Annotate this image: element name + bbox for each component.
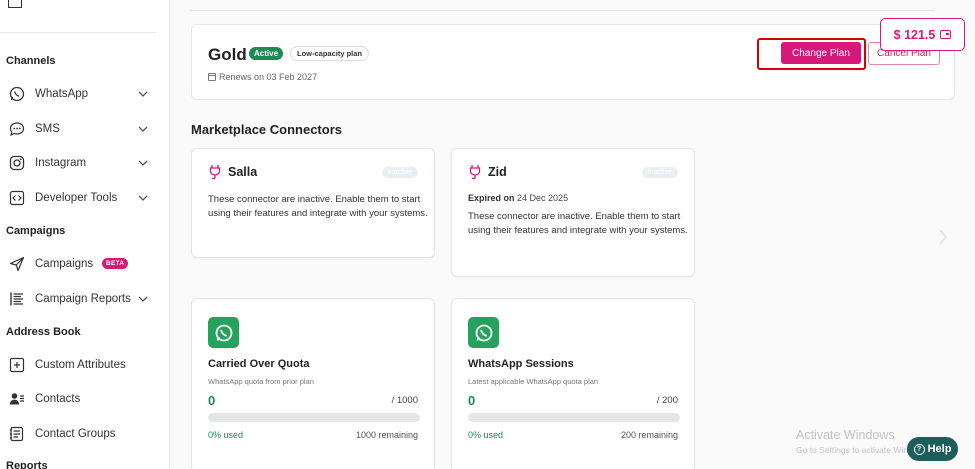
- change-plan-button[interactable]: Change Plan: [781, 42, 861, 64]
- sidebar-item-label: Developer Tools: [35, 192, 118, 204]
- connector-card-salla[interactable]: Salla Inactive These connector are inact…: [191, 148, 435, 258]
- help-icon: ?: [913, 443, 925, 455]
- quota-subtitle: Latest applicable WhatsApp quota plan: [468, 377, 599, 386]
- sidebar-item-contact-groups[interactable]: Contact Groups: [0, 420, 160, 448]
- chevron-down-icon[interactable]: [138, 124, 148, 134]
- sidebar-item-label: Campaign Reports: [35, 293, 131, 305]
- section-address-book: Address Book: [6, 326, 81, 338]
- connector-description: These connector are inactive. Enable the…: [208, 194, 428, 219]
- section-channels: Channels: [6, 55, 56, 67]
- quota-value: 0: [208, 393, 216, 408]
- sidebar-item-campaign-reports[interactable]: Campaign Reports: [0, 285, 160, 313]
- quota-used: 0% used: [208, 430, 244, 440]
- wallet-icon: [940, 30, 952, 39]
- instagram-icon: [8, 154, 26, 172]
- renew-text: Renews on 03 Feb 2027: [219, 72, 318, 82]
- sidebar-item-instagram[interactable]: Instagram: [0, 149, 160, 177]
- sidebar-item-label: Custom Attributes: [35, 359, 126, 371]
- sidebar-item-label: Contact Groups: [35, 428, 116, 440]
- grid-icon[interactable]: [8, 0, 22, 8]
- whatsapp-logo-icon: [468, 317, 499, 348]
- connector-card-zid[interactable]: Zid Inactive Expired on 24 Dec 2025 Thes…: [451, 148, 695, 277]
- quota-total: / 200: [656, 395, 678, 406]
- code-icon: [8, 189, 26, 207]
- balance-badge[interactable]: $ 121.5: [880, 18, 965, 51]
- connector-name: Zid: [488, 165, 507, 179]
- renew-info: Renews on 03 Feb 2027: [208, 72, 317, 82]
- sidebar-item-developer-tools[interactable]: Developer Tools: [0, 184, 160, 212]
- quota-card-whatsapp-sessions: WhatsApp Sessions Latest applicable What…: [451, 298, 695, 469]
- chevron-down-icon[interactable]: [138, 193, 148, 203]
- sidebar-item-contacts[interactable]: Contacts: [0, 385, 160, 413]
- whatsapp-logo-icon: [208, 317, 239, 348]
- plan-name: Gold: [208, 45, 247, 64]
- capacity-badge: Low-capacity plan: [290, 46, 370, 61]
- quota-remaining: 200 remaining: [620, 430, 678, 440]
- quota-card-carried-over: Carried Over Quota WhatsApp quota from p…: [191, 298, 435, 469]
- chevron-down-icon[interactable]: [138, 158, 148, 168]
- help-button[interactable]: ? Help: [907, 437, 958, 461]
- sidebar-item-label: Instagram: [35, 157, 87, 169]
- status-badge: Inactive: [381, 167, 418, 178]
- sidebar-item-whatsapp[interactable]: WhatsApp: [0, 80, 160, 108]
- report-icon: [8, 290, 26, 308]
- balance-amount: $ 121.5: [893, 27, 936, 42]
- connector-name: Salla: [228, 165, 258, 179]
- marketplace-title: Marketplace Connectors: [191, 122, 342, 137]
- plug-icon: [469, 165, 481, 180]
- quota-total: / 1000: [391, 395, 418, 406]
- sidebar-item-label: Contacts: [35, 393, 81, 405]
- contact-groups-icon: [8, 425, 26, 443]
- plug-icon: [209, 165, 221, 180]
- attribute-icon: [8, 356, 26, 374]
- expired-label: Expired on: [468, 193, 515, 203]
- quota-progress-bar: [208, 413, 420, 422]
- sms-icon: [8, 120, 26, 138]
- status-badge: Active: [249, 47, 284, 60]
- quota-subtitle: WhatsApp quota from prior plan: [208, 377, 314, 386]
- quota-remaining: 1000 remaining: [355, 430, 418, 440]
- quota-progress-bar: [468, 413, 680, 422]
- chevron-right-icon[interactable]: [938, 228, 948, 246]
- expired-date: 24 Dec 2025: [517, 193, 569, 203]
- sidebar-item-label: SMS: [35, 123, 60, 135]
- section-reports: Reports: [6, 460, 48, 469]
- sidebar-item-sms[interactable]: SMS: [0, 115, 160, 143]
- status-badge: Inactive: [641, 167, 678, 178]
- chevron-down-icon[interactable]: [138, 294, 148, 304]
- quota-title: Carried Over Quota: [208, 358, 310, 370]
- quota-value: 0: [468, 393, 476, 408]
- send-icon: [8, 255, 26, 273]
- divider: [190, 10, 935, 11]
- sidebar: Channels WhatsApp SMS Instagram Develope…: [0, 0, 170, 469]
- help-label: Help: [927, 443, 952, 455]
- quota-used: 0% used: [468, 430, 504, 440]
- main-content: Gold Active Low-capacity plan Renews on …: [170, 0, 975, 469]
- quota-title: WhatsApp Sessions: [468, 358, 574, 370]
- beta-badge: BETA: [102, 258, 129, 269]
- sidebar-item-label: WhatsApp: [35, 88, 89, 100]
- sidebar-item-campaigns[interactable]: Campaigns BETA: [0, 250, 160, 278]
- chevron-down-icon[interactable]: [138, 89, 148, 99]
- whatsapp-icon: [8, 85, 26, 103]
- calendar-icon: [208, 73, 216, 81]
- sidebar-item-custom-attributes[interactable]: Custom Attributes: [0, 351, 160, 379]
- contacts-icon: [8, 390, 26, 408]
- sidebar-item-label: Campaigns: [35, 258, 94, 270]
- connector-description: These connector are inactive. Enable the…: [468, 211, 688, 236]
- section-campaigns: Campaigns: [6, 225, 66, 237]
- divider: [0, 32, 156, 33]
- expired-info: Expired on 24 Dec 2025: [468, 193, 568, 203]
